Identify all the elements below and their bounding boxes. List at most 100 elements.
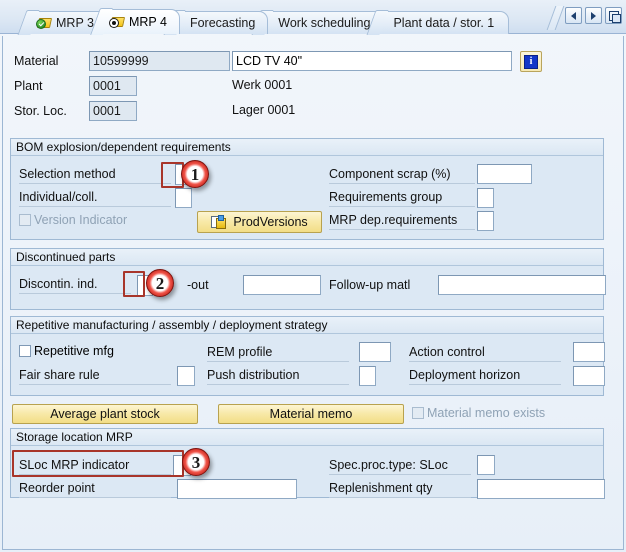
tab-label: MRP 4 <box>129 15 167 29</box>
info-button[interactable]: i <box>520 51 542 72</box>
material-memo-label: Material memo <box>270 407 353 421</box>
individual-coll-label: Individual/coll. <box>19 189 171 207</box>
individual-coll-field[interactable] <box>175 188 192 208</box>
sloc-mrp-indicator-row: SLoc MRP indicator <box>19 457 171 475</box>
action-control-label: Action control <box>409 344 561 362</box>
follow-up-matl-field[interactable] <box>438 275 606 295</box>
stor-loc-label: Stor. Loc. <box>14 104 86 118</box>
prod-versions-button[interactable]: ProdVersions <box>197 211 322 233</box>
repetitive-mfg-row[interactable]: Repetitive mfg <box>19 344 114 358</box>
material-header: Material i Plant Werk 0001 Stor. Loc. La… <box>0 34 626 122</box>
tab-nav-buttons <box>565 7 622 24</box>
reorder-point-label: Reorder point <box>19 480 171 498</box>
mrp-dep-requirements-field[interactable] <box>477 211 494 231</box>
follow-up-matl-row: Follow-up matl <box>329 277 429 295</box>
selection-method-field[interactable] <box>175 164 192 185</box>
push-distribution-row: Push distribution <box>207 367 349 385</box>
sloc-mrp-indicator-label: SLoc MRP indicator <box>19 457 171 475</box>
action-control-field[interactable] <box>573 342 605 362</box>
tab-list-button[interactable] <box>605 7 622 24</box>
spec-proc-type-field[interactable] <box>477 455 495 475</box>
reorder-point-field[interactable] <box>177 479 297 499</box>
mrp-dep-requirements-label: MRP dep.requirements <box>329 212 475 230</box>
version-indicator-row[interactable]: Version Indicator <box>19 213 127 227</box>
tab-label: Plant data / stor. 1 <box>393 16 494 30</box>
folder-check-icon <box>37 16 52 30</box>
selection-method-label: Selection method <box>19 166 171 184</box>
replenishment-qty-label: Replenishment qty <box>329 480 471 498</box>
deployment-horizon-row: Deployment horizon <box>409 367 561 385</box>
replenishment-qty-row: Replenishment qty <box>329 480 471 498</box>
requirements-group-field[interactable] <box>477 188 494 208</box>
push-distribution-field[interactable] <box>359 366 376 386</box>
version-indicator-checkbox[interactable] <box>19 214 31 226</box>
storage-section-body: SLoc MRP indicator Reorder point Spec.pr… <box>11 446 603 498</box>
arrow-left-icon <box>571 12 576 20</box>
scroll-tabs-left-button[interactable] <box>565 7 582 24</box>
repetitive-section-body: Repetitive mfg Fair share rule REM profi… <box>11 334 603 396</box>
material-field[interactable] <box>89 51 230 71</box>
component-scrap-field[interactable] <box>477 164 532 184</box>
rem-profile-row: REM profile <box>207 344 349 362</box>
version-indicator-label: Version Indicator <box>34 213 127 227</box>
mrp-dep-requirements-row: MRP dep.requirements <box>329 212 475 230</box>
average-plant-stock-label: Average plant stock <box>50 407 160 421</box>
discontin-ind-row: Discontin. ind. <box>19 276 131 294</box>
scroll-tabs-right-button[interactable] <box>585 7 602 24</box>
plant-row: Plant <box>14 76 86 96</box>
component-scrap-label: Component scrap (%) <box>329 166 475 184</box>
average-plant-stock-button[interactable]: Average plant stock <box>12 404 198 424</box>
rem-profile-field[interactable] <box>359 342 391 362</box>
prod-versions-label: ProdVersions <box>233 215 307 229</box>
repetitive-mfg-checkbox[interactable] <box>19 345 31 357</box>
folder-dot-icon <box>110 15 125 29</box>
replenishment-qty-field[interactable] <box>477 479 605 499</box>
material-memo-button[interactable]: Material memo <box>218 404 404 424</box>
repetitive-mfg-label: Repetitive mfg <box>34 344 114 358</box>
tab-mrp-4[interactable]: MRP 4 <box>101 9 180 34</box>
component-scrap-row: Component scrap (%) <box>329 166 475 184</box>
discontin-ind-field[interactable] <box>137 275 153 296</box>
tab-strip: MRP 3 MRP 4 Forecasting Work scheduling … <box>0 0 626 34</box>
tab-forecasting[interactable]: Forecasting <box>174 11 268 34</box>
eff-out-field[interactable] <box>243 275 321 295</box>
deployment-horizon-label: Deployment horizon <box>409 367 561 385</box>
discontin-ind-label: Discontin. ind. <box>19 276 131 294</box>
tab-strip-tail <box>547 6 565 30</box>
requirements-group-label: Requirements group <box>329 189 475 207</box>
window-list-icon <box>609 11 619 21</box>
deployment-horizon-field[interactable] <box>573 366 605 386</box>
plant-label: Plant <box>14 79 86 93</box>
fair-share-rule-field[interactable] <box>177 366 195 386</box>
tab-label: Forecasting <box>190 16 255 30</box>
sloc-mrp-indicator-field[interactable] <box>173 455 191 476</box>
storage-location-mrp-group: Storage location MRP SLoc MRP indicator … <box>10 428 604 498</box>
bom-section-body: Selection method Individual/coll. Versio… <box>11 156 603 240</box>
discontinued-section-title: Discontinued parts <box>11 249 603 266</box>
material-label: Material <box>14 54 86 68</box>
plant-field[interactable] <box>89 76 137 96</box>
bom-section-title: BOM explosion/dependent requirements <box>11 139 603 156</box>
stor-loc-field[interactable] <box>89 101 137 121</box>
spec-proc-type-row: Spec.proc.type: SLoc <box>329 457 471 475</box>
rem-profile-label: REM profile <box>207 344 349 362</box>
follow-up-matl-label: Follow-up matl <box>329 277 429 295</box>
storage-section-title: Storage location MRP <box>11 429 603 446</box>
arrow-right-icon <box>591 12 596 20</box>
selection-method-row: Selection method <box>19 166 171 184</box>
discontinued-parts-group: Discontinued parts Discontin. ind. -out … <box>10 248 604 310</box>
material-memo-exists-row[interactable]: Material memo exists <box>412 406 545 420</box>
material-memo-exists-checkbox[interactable] <box>412 407 424 419</box>
discontinued-section-body: Discontin. ind. -out Follow-up matl <box>11 266 603 310</box>
material-description-field[interactable] <box>232 51 512 71</box>
stor-loc-description-text: Lager 0001 <box>232 103 295 117</box>
tab-plant-data-stor-1[interactable]: Plant data / stor. 1 <box>377 11 509 34</box>
push-distribution-label: Push distribution <box>207 367 349 385</box>
requirements-group-row: Requirements group <box>329 189 475 207</box>
tab-work-scheduling[interactable]: Work scheduling <box>262 11 383 34</box>
fair-share-rule-row: Fair share rule <box>19 367 171 385</box>
material-row: Material <box>14 51 86 71</box>
repetitive-manufacturing-group: Repetitive manufacturing / assembly / de… <box>10 316 604 396</box>
individual-coll-row: Individual/coll. <box>19 189 171 207</box>
stor-loc-row: Stor. Loc. <box>14 101 86 121</box>
